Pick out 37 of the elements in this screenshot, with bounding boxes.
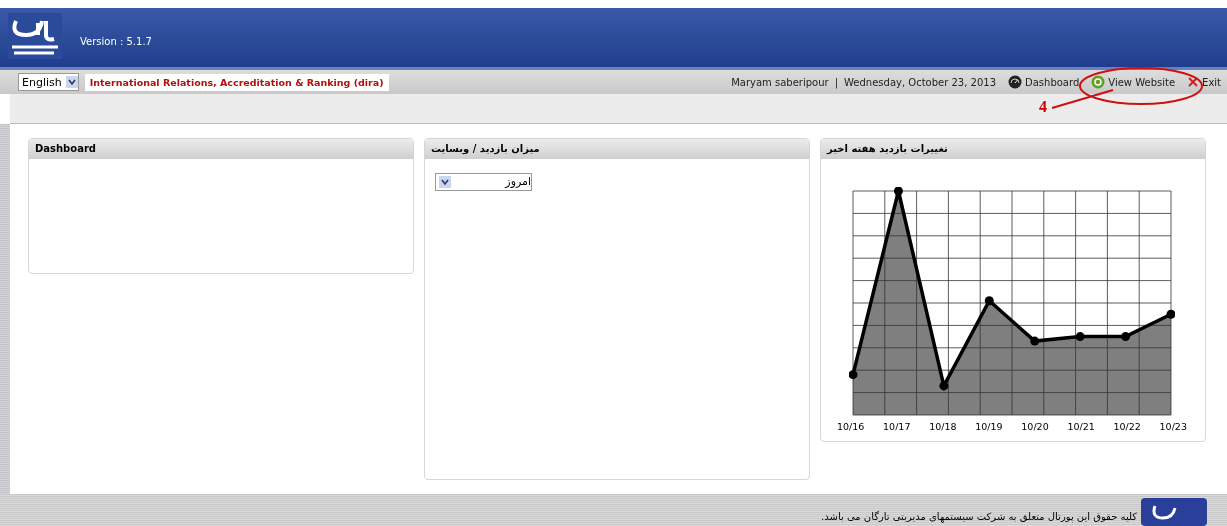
data-point (984, 295, 994, 305)
axis-label: 10/19 (975, 420, 1003, 432)
logo (1141, 498, 1207, 526)
period-select[interactable]: امروز (435, 172, 532, 191)
copyright-text: کلیه حقوق این پورتال متعلق به شرکت سیستمهای مدیریتی تارگان می باشد. (821, 511, 1137, 525)
axis-label: 10/17 (883, 420, 911, 432)
data-point (939, 381, 949, 391)
version-text: Version : 5.1.7 (80, 36, 152, 48)
axis-label: 10/16 (837, 420, 865, 432)
data-point (1166, 309, 1175, 319)
logo (8, 13, 62, 60)
exit-link[interactable]: Exit (1187, 76, 1221, 89)
axis-label: 10/20 (1021, 420, 1049, 432)
close-icon (1187, 76, 1200, 89)
gauge-icon (1008, 75, 1022, 90)
data-point (1075, 331, 1085, 341)
circle-icon (1091, 75, 1106, 90)
axis-label: 10/21 (1067, 420, 1095, 432)
axis-label: 10/18 (929, 420, 957, 432)
language-select[interactable]: English (18, 73, 79, 92)
unit-name: International Relations, Accreditation & Ranking (dira) (84, 73, 389, 91)
caret-icon (439, 175, 451, 188)
panel-title: میزان بازدید / وبسایت (425, 138, 809, 159)
data-point (893, 186, 903, 196)
data-point (1121, 331, 1131, 341)
caret-icon (65, 76, 78, 89)
dashboard-link[interactable]: Dashboard (1008, 75, 1080, 90)
user-name: Maryam saberipour (731, 76, 829, 88)
axis-label: 10/22 (1113, 420, 1141, 432)
separator: | (834, 76, 839, 88)
panel-title: Dashboard (29, 138, 413, 159)
panel-title: تغییرات بازدید هفته اخیر (821, 138, 1205, 159)
data-point (1030, 336, 1040, 346)
data-point (849, 369, 858, 379)
annotation-number: 4 (1039, 98, 1047, 117)
axis-label: 10/23 (1159, 420, 1187, 432)
date-text: Wednesday, October 23, 2013 (844, 76, 996, 88)
